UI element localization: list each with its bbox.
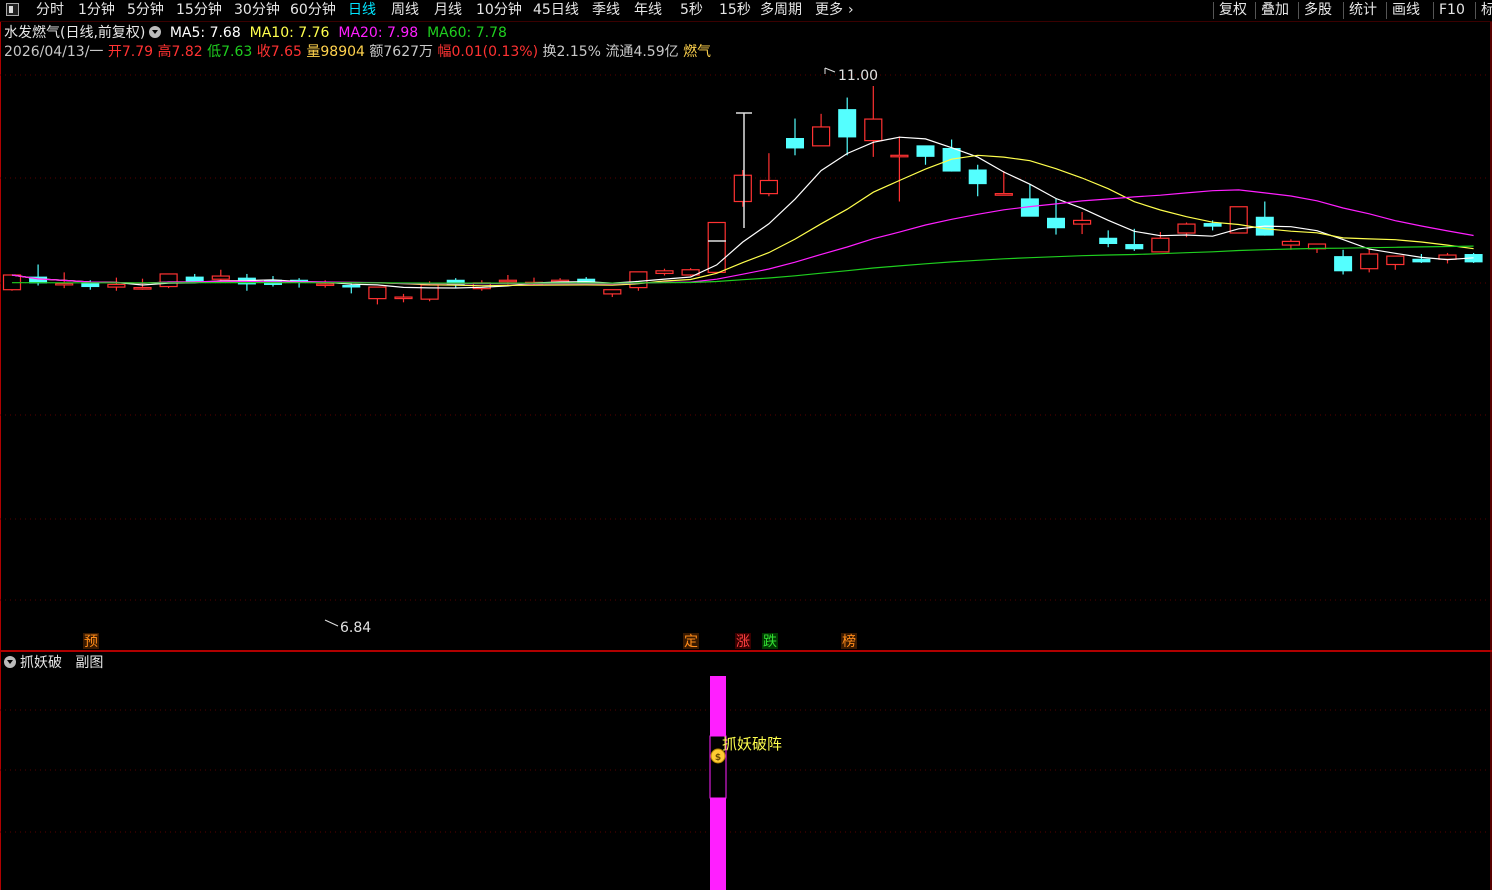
candle-body (1412, 258, 1431, 263)
ma60-line (12, 245, 1474, 284)
candle-body (968, 169, 987, 185)
sub-panel-header: 抓妖破 副图 (4, 654, 103, 672)
event-tag-4: 榜 (842, 633, 856, 650)
candle-body (838, 109, 857, 138)
candle-body (1047, 217, 1065, 229)
candle-body (916, 145, 935, 157)
event-tag-3: 跌 (763, 634, 777, 650)
candle-body (55, 282, 74, 286)
candle-body (81, 282, 100, 288)
candle-body (133, 287, 152, 290)
candle-body (655, 270, 674, 275)
candle-body (864, 118, 883, 142)
candle-body (603, 289, 622, 295)
candle-body (1072, 219, 1092, 225)
candle-body (394, 296, 413, 300)
event-tag-1: 定 (684, 634, 698, 650)
candle-body (811, 126, 831, 147)
kline-chart[interactable]: 11.00 6.84 预 定 涨跌 榜 $抓妖破阵 (0, 0, 1492, 890)
candle-body (1203, 223, 1222, 227)
low-marker-arrow-icon (324, 619, 339, 627)
candle-body (368, 286, 387, 300)
candle-body (1099, 237, 1118, 244)
high-price-label: 11.00 (838, 68, 878, 84)
signal-text: 抓妖破阵 (722, 735, 782, 753)
sub-panel-label: 副图 (75, 655, 104, 671)
candle-body (1125, 244, 1144, 250)
candle-body (498, 279, 517, 283)
candle-body (629, 271, 648, 289)
candle-body (1334, 256, 1353, 272)
candle-body (759, 179, 779, 195)
sub-dropdown-icon[interactable] (4, 656, 16, 668)
event-tag-0: 预 (84, 634, 98, 650)
candle-body (1281, 240, 1301, 246)
signal-bar-top (710, 676, 726, 736)
low-price-label: 6.84 (340, 620, 371, 636)
candle-body (107, 283, 126, 288)
ma5-line (11, 136, 1474, 289)
candle-body (1360, 253, 1379, 270)
sub-indicator-name[interactable]: 抓妖破 (20, 655, 62, 671)
candle-body (994, 193, 1013, 196)
candle-body (185, 276, 204, 282)
candle-body (159, 273, 178, 288)
event-tag-2: 涨 (736, 634, 750, 650)
candle-body (786, 138, 804, 149)
candle-body (890, 154, 909, 158)
high-marker-arrow-icon (824, 67, 836, 74)
coin-icon-glyph: $ (715, 753, 721, 763)
candle-body (1151, 237, 1170, 253)
candle-body (420, 284, 439, 300)
signal-bar-bottom (710, 798, 726, 890)
candle-body (1177, 223, 1196, 234)
candle-body (1386, 255, 1405, 266)
candle-body (211, 275, 230, 280)
candle-body (316, 283, 335, 287)
candle-body (733, 174, 752, 203)
candle-body (342, 285, 361, 288)
